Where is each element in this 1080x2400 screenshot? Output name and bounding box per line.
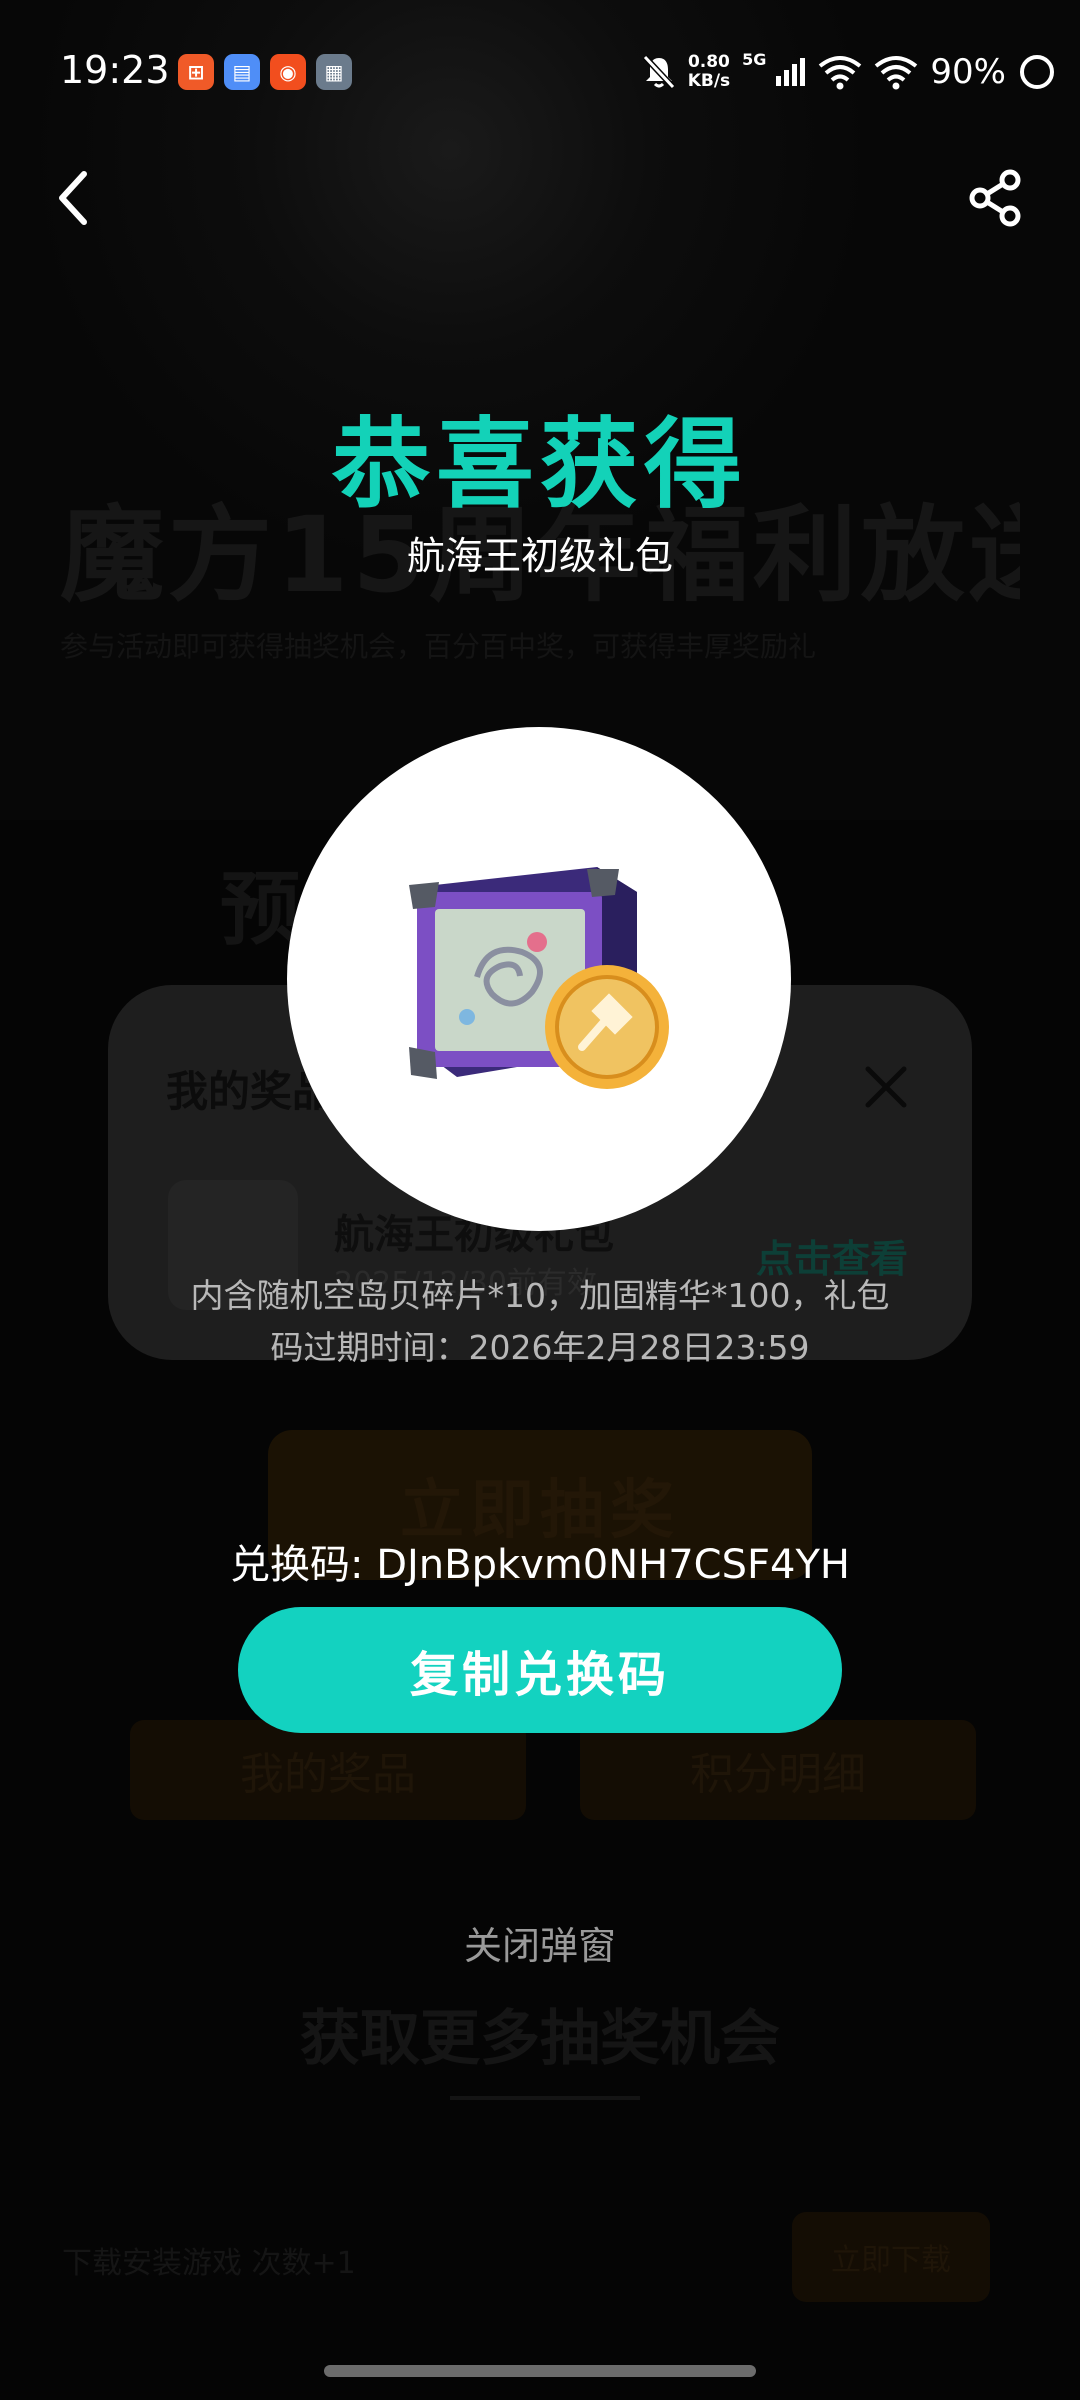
mute-bell-icon	[642, 54, 675, 90]
heading-divider	[450, 2096, 640, 2100]
more-chances-heading: 获取更多抽奖机会	[300, 2004, 780, 2074]
wifi-icon	[875, 56, 918, 90]
status-time: 19:23	[60, 48, 170, 92]
notification-icons: ⊞ ▤ ◉ ▦	[178, 54, 352, 92]
gift-name: 航海王初级礼包	[406, 534, 673, 578]
network-speed-unit: KB/s	[687, 71, 731, 91]
app-notification-icon: ▤	[224, 54, 260, 90]
task-download-button: 立即下载	[792, 2212, 990, 2302]
app-notification-icon: ▦	[316, 54, 352, 90]
share-icon[interactable]	[966, 168, 1026, 228]
chevron-left-icon[interactable]	[50, 168, 100, 228]
gift-description: 内含随机空岛贝碎片*10，加固精华*100，礼包码过期时间：2026年2月28日…	[190, 1276, 890, 1367]
redeem-code: 兑换码: DJnBpkvm0NH7CSF4YH	[230, 1542, 850, 1588]
app-notification-icon: ⊞	[178, 54, 214, 90]
cellular-signal-icon	[776, 58, 806, 86]
home-indicator[interactable]	[324, 2365, 756, 2377]
app-notification-icon: ◉	[270, 54, 306, 90]
battery-percent: 90%	[930, 52, 1006, 92]
task-text: 下载安装游戏 次数+1	[62, 2246, 356, 2281]
network-speed: 0.80 KB/s	[688, 53, 730, 91]
wifi-icon	[819, 56, 862, 90]
points-detail-button: 积分明细	[580, 1720, 976, 1820]
close-icon	[865, 1066, 907, 1108]
gift-box-image	[409, 867, 669, 1089]
network-speed-value: 0.80	[687, 52, 730, 72]
banner-description: 参与活动即可获得抽奖机会，百分百中奖，可获得丰厚奖励礼	[60, 630, 817, 661]
my-prizes-button: 我的奖品	[130, 1720, 526, 1820]
network-type: 5G	[742, 50, 767, 69]
gift-image-container	[287, 727, 791, 1231]
status-indicators: 0.80 KB/s 5G 90%	[642, 46, 1056, 98]
congrats-title: 恭喜获得	[331, 408, 748, 522]
close-popup-link[interactable]: 关闭弹窗	[0, 1915, 1080, 1970]
copy-code-button[interactable]: 复制兑换码	[238, 1607, 842, 1733]
battery-ring-icon	[1020, 55, 1054, 89]
